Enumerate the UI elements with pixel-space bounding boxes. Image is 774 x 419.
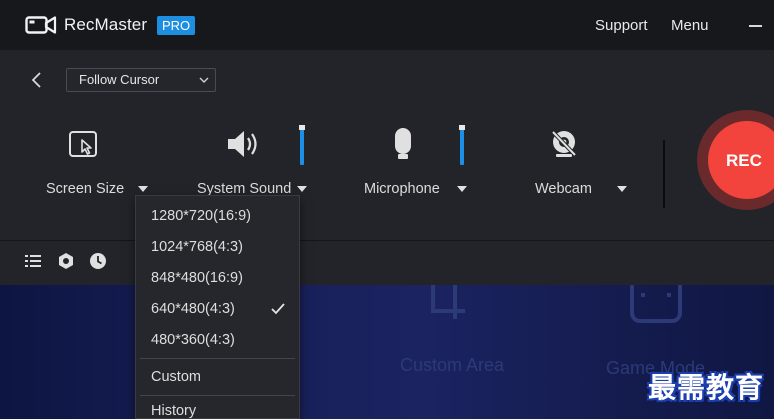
- mode-select[interactable]: Follow Cursor: [66, 68, 216, 92]
- custom-option-label: Custom: [151, 369, 201, 385]
- menu-button[interactable]: Menu: [671, 17, 709, 34]
- list-icon[interactable]: [24, 252, 42, 270]
- system-sound-volume-track: [300, 125, 304, 165]
- rec-label[interactable]: REC: [726, 151, 762, 171]
- pro-badge: PRO: [157, 16, 196, 35]
- resolution-option-label: 640*480(4:3): [151, 301, 235, 317]
- chevron-down-icon: [199, 77, 209, 83]
- microphone-caret-icon[interactable]: [457, 186, 467, 192]
- screen-size-label[interactable]: Screen Size: [46, 181, 124, 197]
- support-link[interactable]: Support: [595, 17, 648, 34]
- chevron-left-icon[interactable]: [28, 70, 46, 90]
- title-bar: RecMaster PRO Support Menu: [0, 0, 774, 50]
- resolution-option-label: 480*360(4:3): [151, 332, 235, 348]
- checkmark-icon: [271, 303, 285, 315]
- resolution-option-selected[interactable]: 640*480(4:3): [136, 294, 299, 324]
- minimize-icon[interactable]: [748, 18, 764, 32]
- app-title: RecMaster: [64, 15, 148, 34]
- toolbar-divider: [0, 240, 774, 241]
- history-option-label: History: [151, 403, 197, 419]
- screen-size-caret-icon[interactable]: [138, 186, 148, 192]
- webcam-off-icon[interactable]: [548, 128, 580, 160]
- dropdown-separator: [140, 358, 295, 359]
- resolution-option[interactable]: 1024*768(4:3): [136, 232, 299, 262]
- resolution-option[interactable]: 480*360(4:3): [136, 325, 299, 355]
- clock-icon[interactable]: [89, 252, 107, 270]
- resolution-option[interactable]: 1280*720(16:9): [136, 201, 299, 231]
- history-option[interactable]: History: [136, 396, 299, 419]
- webcam-caret-icon[interactable]: [617, 186, 627, 192]
- system-sound-volume-knob[interactable]: [299, 125, 305, 130]
- microphone-volume-track: [460, 125, 464, 165]
- screen-size-icon[interactable]: [68, 130, 98, 158]
- resolution-option-label: 848*480(16:9): [151, 270, 243, 286]
- system-sound-volume-slider[interactable]: [299, 125, 305, 165]
- microphone-volume-knob[interactable]: [459, 125, 465, 130]
- settings-icon[interactable]: [57, 252, 75, 270]
- custom-area-caption: Custom Area: [400, 355, 505, 375]
- webcam-label[interactable]: Webcam: [535, 181, 592, 197]
- panel-divider: [663, 140, 665, 208]
- camera-icon: [25, 16, 57, 34]
- microphone-icon[interactable]: [391, 126, 415, 162]
- mode-select-value: Follow Cursor: [79, 72, 160, 87]
- game-mode-icon: [630, 285, 682, 323]
- microphone-volume-slider[interactable]: [459, 125, 465, 165]
- custom-option[interactable]: Custom: [136, 362, 299, 392]
- resolution-option-label: 1280*720(16:9): [151, 208, 251, 224]
- custom-area-icon: [431, 285, 465, 319]
- resolution-option-label: 1024*768(4:3): [151, 239, 243, 255]
- screen-size-dropdown: 1280*720(16:9) 1024*768(4:3) 848*480(16:…: [135, 195, 300, 419]
- resolution-option[interactable]: 848*480(16:9): [136, 263, 299, 293]
- microphone-label[interactable]: Microphone: [364, 181, 440, 197]
- speaker-icon[interactable]: [226, 128, 262, 160]
- watermark: 最需教育: [648, 371, 765, 404]
- system-sound-caret-icon[interactable]: [297, 186, 307, 192]
